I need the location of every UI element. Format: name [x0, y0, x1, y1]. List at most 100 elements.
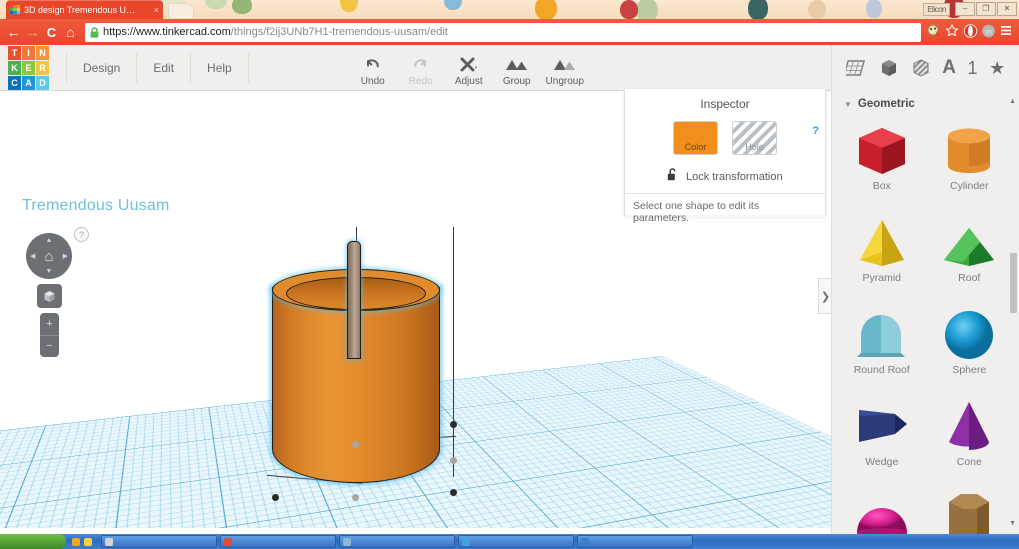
menu-design[interactable]: Design [66, 53, 137, 83]
zoom-in-button[interactable]: + [40, 313, 59, 336]
align-handle[interactable] [352, 494, 359, 501]
profile-icon[interactable]: m [979, 24, 997, 41]
taskbar-item[interactable] [220, 535, 336, 548]
align-handle[interactable] [450, 457, 457, 464]
reload-icon[interactable]: C [42, 25, 61, 40]
shape-item-cylinder[interactable]: Cylinder [926, 114, 1014, 204]
align-handle[interactable] [352, 441, 359, 448]
home-view-icon[interactable]: ⌂ [44, 248, 53, 265]
shape-label: Cone [957, 456, 982, 468]
start-button[interactable] [0, 534, 66, 549]
zoom-controls[interactable]: + − [40, 313, 59, 357]
shapes-grid: Box Cylinder Pyramid Roof Round Roof Sphere We… [832, 114, 1019, 534]
scroll-down-icon[interactable]: ▼ [1009, 520, 1016, 527]
shape-item-unlabeled-9[interactable] [926, 482, 1014, 534]
shape-item-pyramid[interactable]: Pyramid [838, 206, 926, 296]
logo-letter: T [8, 46, 21, 60]
align-handle[interactable] [450, 421, 457, 428]
home-icon[interactable]: ⌂ [61, 24, 80, 40]
scrollbar-thumb[interactable] [1010, 253, 1017, 313]
shape-item-unlabeled-8[interactable] [838, 482, 926, 534]
group-label: Group [503, 76, 531, 87]
close-button[interactable]: ✕ [997, 2, 1017, 16]
panel-collapse-handle[interactable]: ❯ [818, 278, 832, 314]
fit-view-cube-icon[interactable] [37, 284, 62, 308]
back-icon[interactable]: ← [4, 24, 23, 40]
address-bar[interactable]: https://www.tinkercad.com/things/f2ij3UN… [85, 23, 921, 42]
shape-item-wedge[interactable]: Wedge [838, 390, 926, 480]
browser-tab-active[interactable]: 3D design Tremendous U… × [6, 0, 163, 19]
quick-launch [66, 538, 98, 546]
project-title[interactable]: Tremendous Uusam [22, 197, 170, 215]
opera-icon[interactable] [961, 24, 979, 41]
view-navigation-wheel[interactable]: ⌂ ▲ ▼ ◀ ▶ [26, 233, 72, 279]
menu-help[interactable]: Help [191, 53, 249, 83]
view-up-arrow-icon[interactable]: ▲ [46, 237, 53, 244]
align-handle[interactable] [272, 494, 279, 501]
round-roof-shape-icon [842, 302, 922, 368]
taskbar-item[interactable] [101, 535, 217, 548]
unlocked-padlock-icon [667, 168, 679, 185]
workplane-grid-icon[interactable] [846, 58, 868, 78]
taskbar-item-icon [224, 538, 232, 546]
shape-item-roof[interactable]: Roof [926, 206, 1014, 296]
taskbar-item[interactable] [339, 535, 455, 548]
adjust-label: Adjust [455, 76, 483, 87]
star-favorite-icon[interactable]: ★ [989, 58, 1005, 79]
chevron-down-icon: ▼ [844, 100, 852, 109]
window-controls: Elicon – ❐ ✕ [923, 2, 1017, 16]
shape-item-cone[interactable]: Cone [926, 390, 1014, 480]
taskbar-items [98, 535, 693, 548]
shapes-scrollbar[interactable]: ▲ ▼ [1010, 101, 1017, 524]
selected-shape-cylinder[interactable] [268, 241, 444, 503]
forward-icon[interactable]: → [23, 24, 42, 40]
tinkercad-logo[interactable]: TIN KER CAD [8, 46, 48, 90]
align-handle[interactable] [450, 489, 457, 496]
polygon-shape-icon [929, 486, 1009, 534]
shape-item-sphere[interactable]: Sphere [926, 298, 1014, 388]
redo-label: Redo [409, 76, 433, 87]
solid-cube-icon[interactable] [879, 58, 899, 78]
hole-swatch-button[interactable]: Hole [732, 121, 777, 155]
color-swatch-button[interactable]: Color [673, 121, 718, 155]
group-mountains-icon [505, 55, 529, 75]
scroll-up-icon[interactable]: ▲ [1009, 98, 1016, 105]
taskbar-item[interactable] [458, 535, 574, 548]
redo-button[interactable]: Redo [397, 55, 445, 87]
theme-blob [232, 0, 252, 14]
text-a-icon[interactable]: A [942, 57, 956, 79]
quicklaunch-icon[interactable] [72, 538, 80, 546]
lock-transformation-row[interactable]: Lock transformation [625, 168, 825, 185]
zoom-out-button[interactable]: − [40, 336, 59, 358]
shape-item-box[interactable]: Box [838, 114, 926, 204]
navigation-help-icon[interactable]: ? [74, 227, 89, 242]
view-right-arrow-icon[interactable]: ▶ [63, 252, 68, 260]
minimize-button[interactable]: – [955, 2, 975, 16]
edit-toolbar: Undo Redo Adjust Group Ungroup [349, 45, 589, 91]
window-user-label: Elicon [923, 3, 950, 16]
new-tab-button[interactable] [168, 3, 194, 18]
ungroup-mountains-icon [553, 55, 577, 75]
quicklaunch-icon[interactable] [84, 538, 92, 546]
extension-icon[interactable]: x [925, 24, 943, 40]
adjust-button[interactable]: Adjust [445, 55, 493, 87]
hole-cube-icon[interactable] [911, 58, 931, 78]
menu-edit[interactable]: Edit [137, 53, 191, 83]
group-button[interactable]: Group [493, 55, 541, 87]
bookmark-star-icon[interactable] [943, 24, 961, 40]
ungroup-button[interactable]: Ungroup [541, 55, 589, 87]
shape-label: Box [873, 180, 891, 192]
shape-item-round-roof[interactable]: Round Roof [838, 298, 926, 388]
undo-button[interactable]: Undo [349, 55, 397, 87]
menu-icon[interactable] [997, 24, 1015, 40]
maximize-button[interactable]: ❐ [976, 2, 996, 16]
view-down-arrow-icon[interactable]: ▼ [46, 268, 53, 275]
number-one-icon[interactable]: 1 [968, 58, 978, 79]
undo-label: Undo [361, 76, 385, 87]
view-left-arrow-icon[interactable]: ◀ [30, 252, 35, 260]
shapes-category-header[interactable]: ▼ Geometric [832, 91, 1019, 114]
tab-close-icon[interactable]: × [154, 5, 159, 15]
inspector-body: Inspector Color Hole ? Lock transformati… [625, 89, 825, 185]
inspector-help-icon[interactable]: ? [812, 125, 819, 137]
taskbar-item[interactable] [577, 535, 693, 548]
